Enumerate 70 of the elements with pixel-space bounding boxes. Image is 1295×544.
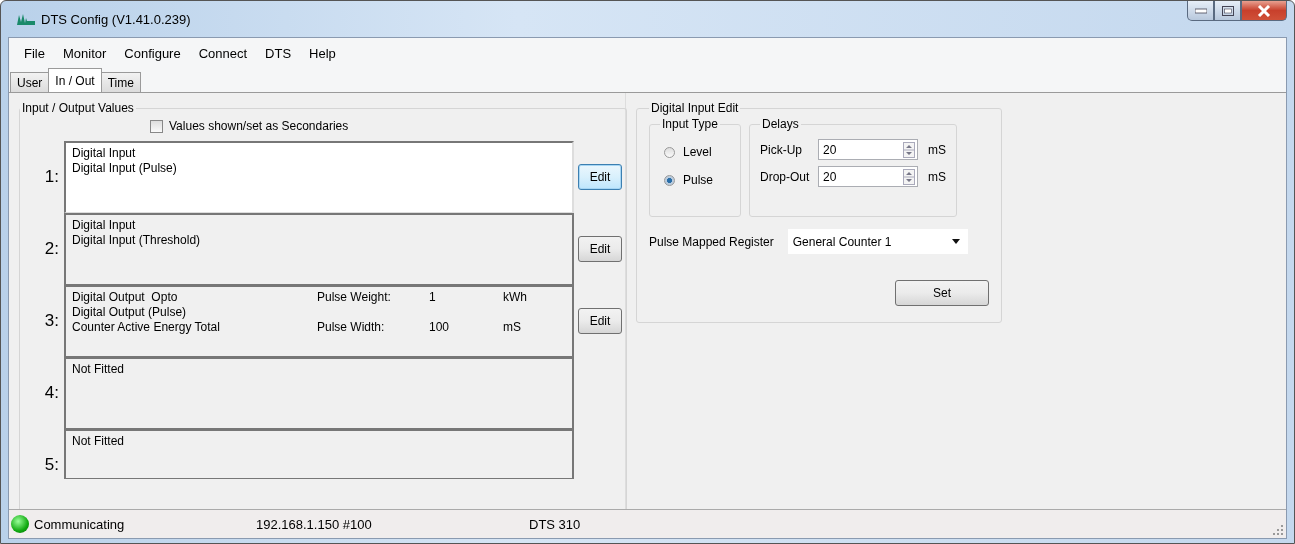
field-label: Pick-Up <box>760 142 803 157</box>
status-text: Communicating <box>34 516 126 532</box>
checkbox[interactable] <box>150 119 163 133</box>
channel-text: Not Fitted <box>72 362 126 377</box>
channel-text: Digital Output (Pulse) <box>72 305 188 320</box>
channel-text: Not Fitted <box>72 434 126 449</box>
channel-panel[interactable]: Digital Input Digital Input (Threshold) <box>64 213 574 285</box>
channel-number: 3: <box>43 311 60 331</box>
param-unit: kWh <box>503 290 527 305</box>
channel-text: Digital Input <box>72 218 137 233</box>
tab[interactable]: In / Out <box>48 68 102 92</box>
radio-button[interactable] <box>664 146 675 158</box>
menu-item[interactable]: File <box>15 45 54 61</box>
radio-label: Pulse <box>683 173 714 187</box>
param-value: 1 <box>429 290 437 305</box>
channel-panel[interactable]: Digital Input Digital Input (Pulse) <box>64 141 574 213</box>
channel-panel[interactable]: Digital Output Opto Digital Output (Pulse) Counter Active Energy Total Pulse Weight: 1 kWh Pulse Width: 100 mS <box>64 285 574 357</box>
channel-text: Counter Active Energy Total <box>72 320 221 335</box>
unit-label: mS <box>928 142 946 157</box>
minimize-icon <box>1194 7 1207 14</box>
param-label: Pulse Weight: <box>317 290 392 305</box>
status-address: 192.168.1.150 #100 <box>256 516 373 532</box>
radio-button[interactable] <box>664 174 675 186</box>
close-button[interactable] <box>1241 1 1287 21</box>
param-value: 100 <box>429 320 451 335</box>
menu-item[interactable]: Configure <box>115 45 190 61</box>
channel-panel[interactable]: Not Fitted <box>64 429 574 479</box>
spin-field[interactable]: 20 <box>818 166 918 187</box>
channel-number: 2: <box>43 239 60 259</box>
tab[interactable]: Time <box>100 72 141 92</box>
group-title: Delays <box>761 117 800 131</box>
edit-button[interactable]: Edit <box>578 308 622 334</box>
param-label: Pulse Width: <box>317 320 386 335</box>
minimize-button[interactable] <box>1187 1 1214 21</box>
maximize-icon <box>1221 5 1234 16</box>
channel-number: 5: <box>43 455 60 475</box>
menu-item[interactable]: Connect <box>189 45 257 61</box>
edit-button[interactable]: Edit <box>578 164 622 190</box>
channel-number: 4: <box>43 383 60 403</box>
spinner-arrows-icon[interactable] <box>903 141 915 158</box>
spinner-arrows-icon[interactable] <box>903 168 915 185</box>
dropdown-arrow-icon[interactable] <box>951 239 960 244</box>
register-dropdown[interactable]: General Counter 1 <box>787 229 968 254</box>
radio-label: Level <box>683 145 712 159</box>
menu-item[interactable]: Monitor <box>53 45 116 61</box>
spin-field[interactable]: 20 <box>818 139 918 160</box>
field-label: Pulse Mapped Register <box>649 234 774 249</box>
set-button[interactable]: Set <box>895 280 989 306</box>
checkbox-label: Values shown/set as Secondaries <box>169 119 349 133</box>
group-title: Input Type <box>661 117 719 131</box>
tab[interactable]: User <box>10 72 50 92</box>
resize-grip-icon[interactable] <box>1273 525 1283 535</box>
status-device: DTS 310 <box>529 516 581 532</box>
group-title: Digital Input Edit <box>650 101 740 115</box>
param-unit: mS <box>503 320 522 335</box>
channel-text: Digital Input (Pulse) <box>72 161 178 176</box>
field-label: Drop-Out <box>760 169 811 184</box>
close-icon <box>1257 4 1271 17</box>
window-title: DTS Config (V1.41.0.239) <box>41 11 191 27</box>
channel-number: 1: <box>43 167 60 187</box>
menu-item[interactable]: Help <box>300 45 345 61</box>
channel-text: Digital Output Opto <box>72 290 179 305</box>
unit-label: mS <box>928 169 946 184</box>
menu-item[interactable]: DTS <box>256 45 301 61</box>
channel-panel[interactable]: Not Fitted <box>64 357 574 429</box>
channel-text: Digital Input (Threshold) <box>72 233 202 248</box>
channel-text: Digital Input <box>72 146 137 161</box>
maximize-button[interactable] <box>1214 1 1241 21</box>
edit-button[interactable]: Edit <box>578 236 622 262</box>
group-title: Input / Output Values <box>21 101 135 115</box>
